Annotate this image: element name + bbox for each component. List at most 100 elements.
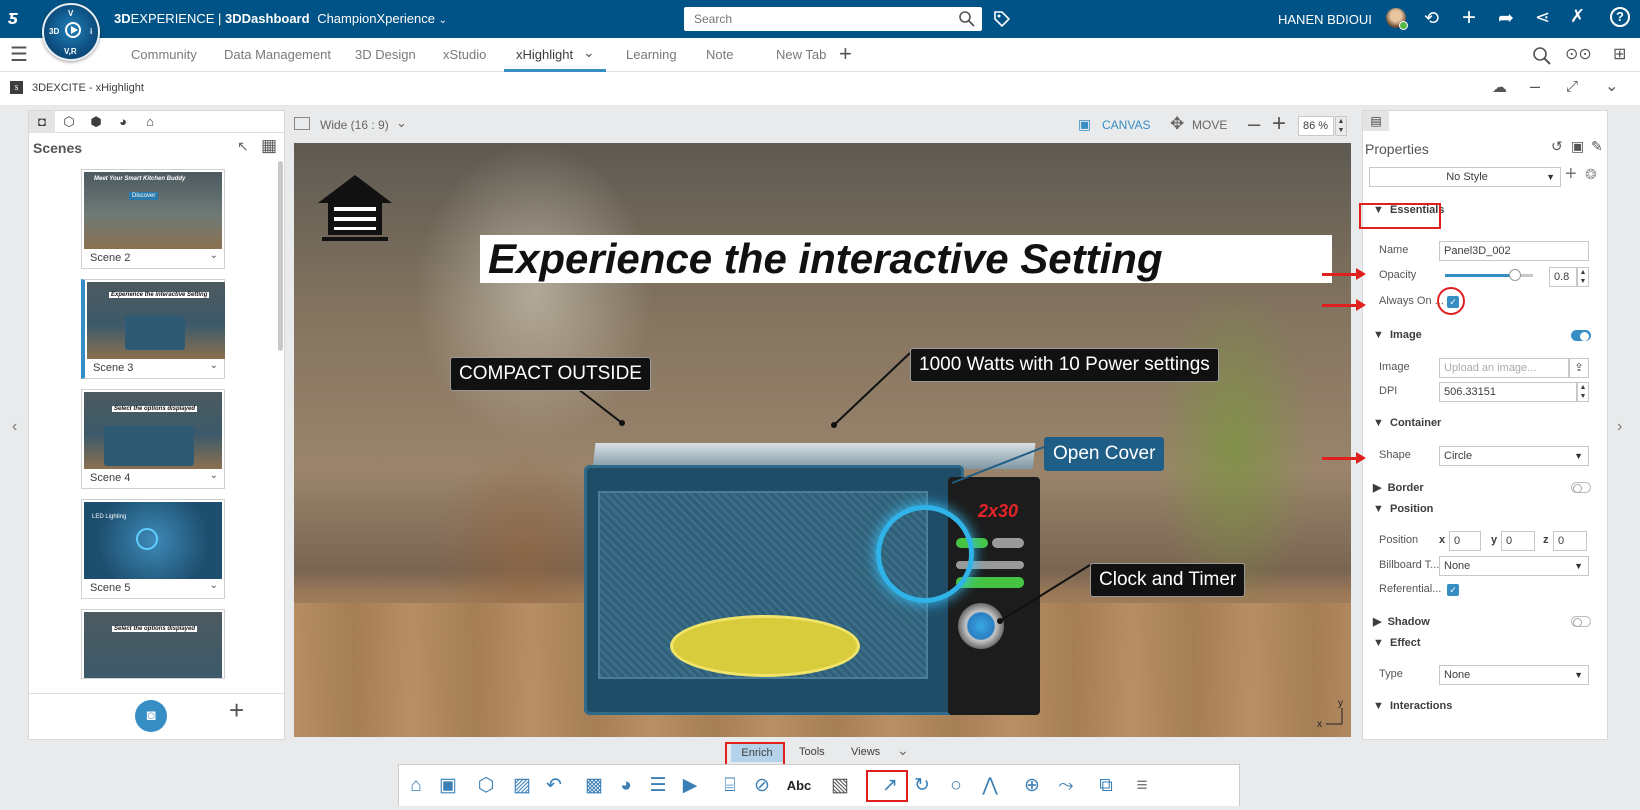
text-tool-button[interactable]: Abc [781, 773, 817, 799]
vr-headset-icon[interactable]: ⊙⊙ [1565, 44, 1592, 64]
billboard-select[interactable]: None [1439, 556, 1589, 576]
tab-tools[interactable]: Tools [799, 746, 825, 758]
annotation-pin-icon[interactable]: ⊘ [749, 773, 775, 799]
search-people-icon[interactable] [1532, 46, 1552, 66]
dpi-stepper[interactable]: ▲ ▼ [1577, 382, 1589, 402]
shape-select[interactable]: Circle [1439, 446, 1589, 466]
callout-open-cover[interactable]: Open Cover [1044, 437, 1165, 471]
dashboard-name[interactable]: ChampionXperience [317, 11, 435, 26]
scene-card[interactable]: Select the options displayed Scene 4 ⌄ [81, 389, 225, 489]
section-effect[interactable]: ▼ Effect [1373, 637, 1421, 649]
chevron-down-icon[interactable]: ⌄ [897, 742, 909, 759]
compass-widget[interactable]: V 3D i V,R [42, 3, 100, 61]
opacity-stepper[interactable]: ▲ ▼ [1577, 267, 1589, 287]
opacity-slider[interactable] [1445, 269, 1533, 281]
add-scene-button[interactable]: + [229, 695, 244, 726]
text-label-icon[interactable]: ⌸ [717, 773, 743, 799]
undo-icon[interactable]: ↶ [541, 773, 567, 799]
align-tool-icon[interactable]: ≡ [1129, 773, 1155, 799]
cloud-icon[interactable]: ☁ [1492, 78, 1507, 96]
capture-scene-button[interactable]: ◙ [135, 700, 167, 732]
add-style-icon[interactable]: + [1565, 163, 1577, 186]
zoom-out-button[interactable]: – [1248, 111, 1260, 137]
tab-learning[interactable]: Learning [626, 47, 677, 62]
save-icon[interactable]: ▣ [435, 773, 461, 799]
position-z-field[interactable]: 0 [1553, 531, 1587, 551]
position-x-field[interactable]: 0 [1449, 531, 1481, 551]
chevron-down-icon[interactable]: ⌄ [583, 44, 595, 61]
effect-type-select[interactable]: None [1439, 665, 1589, 685]
tab-xhighlight[interactable]: xHighlight [516, 47, 573, 62]
name-field[interactable]: Panel3D_002 [1439, 241, 1589, 261]
grid-view-icon[interactable]: ▦ [261, 136, 277, 156]
search-input[interactable] [684, 7, 982, 31]
material-tab-icon[interactable]: ◕ [110, 111, 136, 133]
brush-icon[interactable]: ✎ [1591, 138, 1603, 155]
aspect-ratio-select[interactable]: Wide (16 : 9) [320, 118, 389, 132]
style-select[interactable]: No Style [1369, 167, 1561, 187]
section-shadow[interactable]: ▶ Shadow [1373, 615, 1430, 628]
callout-compact-outside[interactable]: COMPACT OUTSIDE [450, 357, 651, 391]
callout-clock-timer[interactable]: Clock and Timer [1090, 563, 1246, 597]
circle-tool-icon[interactable]: ○ [943, 773, 969, 799]
save-icon[interactable]: ▣ [1571, 138, 1584, 155]
referential-checkbox[interactable]: ✓ [1447, 584, 1459, 596]
callout-power-settings[interactable]: 1000 Watts with 10 Power settings [910, 348, 1219, 382]
upload-icon[interactable]: ⇪ [1569, 358, 1589, 378]
plus-icon[interactable]: + [1462, 4, 1476, 32]
list-icon[interactable]: ☰ [645, 773, 671, 799]
chevron-down-icon[interactable]: ⌄ [439, 15, 447, 26]
network-share-icon[interactable]: ⋖ [1535, 7, 1550, 28]
minimize-icon[interactable]: – [1530, 76, 1540, 97]
rotate-tool-icon[interactable]: ↻ [909, 773, 935, 799]
user-name[interactable]: HANEN BDIOUI [1278, 12, 1372, 27]
undo-icon[interactable]: ↺ [1551, 138, 1563, 155]
chevron-down-icon[interactable]: ⌄ [210, 250, 218, 261]
zoom-stepper[interactable]: ▲ ▼ [1335, 116, 1347, 136]
position-y-field[interactable]: 0 [1501, 531, 1535, 551]
ds-logo-icon[interactable]: ƽ [8, 7, 18, 30]
select-cursor-icon[interactable]: ↖ [237, 138, 249, 155]
tab-new-tab[interactable]: New Tab [776, 47, 826, 62]
snapshot-icon[interactable]: ▩ [581, 773, 607, 799]
forward-icon[interactable]: ➦ [1498, 7, 1514, 30]
tab-note[interactable]: Note [706, 47, 733, 62]
scene-card[interactable]: LED Lighting Scene 5 ⌄ [81, 499, 225, 599]
aspect-ratio-icon[interactable] [294, 117, 310, 130]
chevron-down-icon[interactable]: ⌄ [396, 115, 407, 131]
tab-xstudio[interactable]: xStudio [443, 47, 486, 62]
zoom-in-button[interactable]: + [1272, 110, 1286, 138]
environment-sphere-icon[interactable]: ◕ [613, 773, 639, 799]
tag-icon[interactable] [993, 10, 1011, 28]
tab-3d-design[interactable]: 3D Design [355, 47, 416, 62]
border-toggle[interactable] [1571, 482, 1591, 493]
add-tab-icon[interactable]: + [839, 41, 852, 67]
shadow-toggle[interactable] [1571, 616, 1591, 627]
image-panel-icon[interactable]: ▧ [827, 773, 853, 799]
product-tab-icon[interactable]: ⬢ [83, 111, 109, 133]
path-tool-icon[interactable]: ⤳ [1053, 773, 1079, 799]
section-position[interactable]: ▼ Position [1373, 503, 1433, 515]
chevron-down-icon[interactable]: ⌄ [1605, 76, 1618, 96]
chevron-down-icon[interactable]: ⌄ [210, 580, 218, 591]
section-container[interactable]: ▼ Container [1373, 417, 1441, 429]
scene-card[interactable]: Meet Your Smart Kitchen Buddy Discover S… [81, 169, 225, 269]
opacity-input[interactable]: 0.8 [1549, 267, 1577, 287]
presentation-icon[interactable]: ⊞ [1613, 44, 1626, 64]
home-icon[interactable]: ⌂ [403, 773, 429, 799]
help-icon[interactable]: ? [1610, 7, 1630, 27]
canvas-mode-icon[interactable]: ▣ [1078, 116, 1091, 133]
scene-card[interactable]: Select the options displayed [81, 609, 225, 679]
section-interactions[interactable]: ▼ Interactions [1373, 700, 1452, 712]
hamburger-menu-icon[interactable]: ☰ [10, 42, 28, 67]
play-icon[interactable]: ▶ [677, 773, 703, 799]
move-mode-button[interactable]: MOVE [1192, 118, 1227, 132]
share-icon[interactable]: ⟲ [1424, 8, 1439, 29]
measure-tool-icon[interactable]: ⊕ [1019, 773, 1045, 799]
tab-community[interactable]: Community [131, 47, 197, 62]
polyline-tool-icon[interactable]: ⋀ [977, 773, 1003, 799]
section-image[interactable]: ▼ Image [1373, 329, 1422, 341]
scene-canvas[interactable]: Experience the interactive Setting 2x30 … [294, 143, 1351, 737]
opacity-slider-handle[interactable] [1509, 269, 1521, 281]
sync-style-icon[interactable]: ❂ [1585, 166, 1597, 183]
